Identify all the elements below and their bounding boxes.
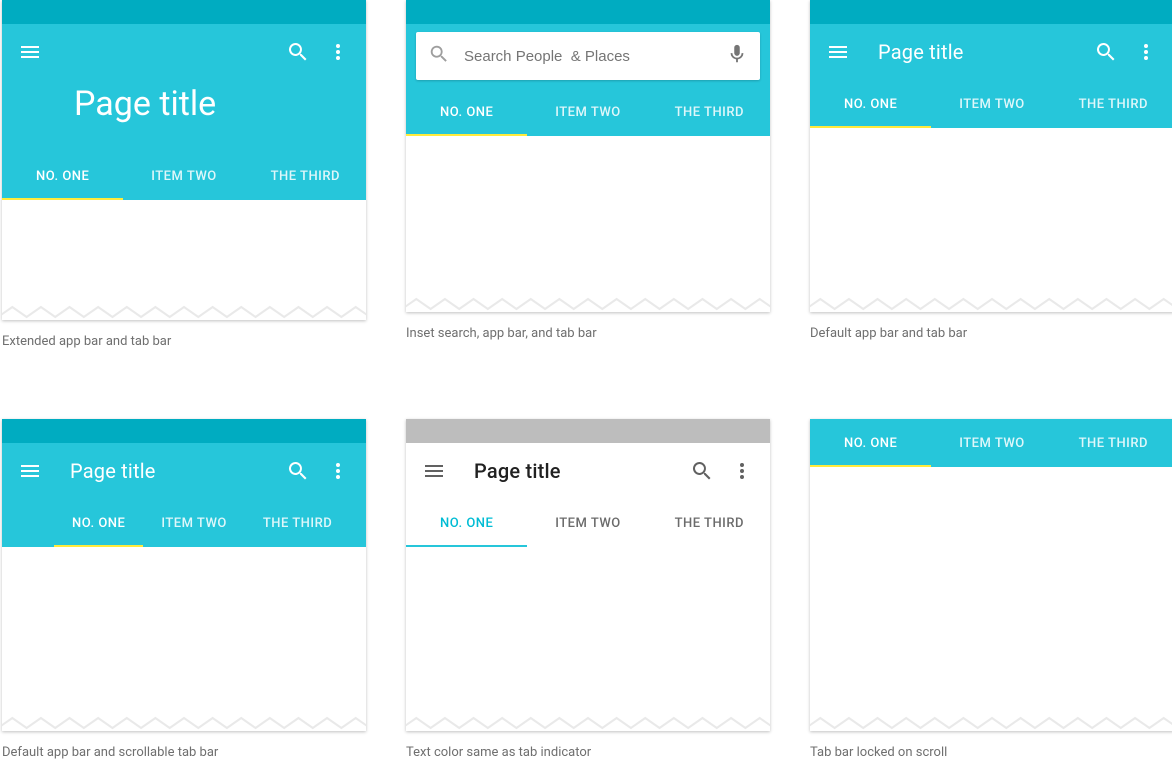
tab-three[interactable]: THE THIRD bbox=[649, 499, 770, 547]
status-bar bbox=[406, 0, 770, 24]
search-input[interactable] bbox=[450, 48, 726, 65]
tab-label: NO. ONE bbox=[844, 97, 897, 112]
status-bar bbox=[406, 419, 770, 443]
tab-two[interactable]: ITEM TWO bbox=[143, 499, 244, 547]
mic-icon[interactable] bbox=[726, 43, 748, 69]
tab-two[interactable]: ITEM TWO bbox=[527, 88, 648, 136]
torn-edge bbox=[2, 714, 366, 731]
menu-icon[interactable] bbox=[818, 32, 858, 72]
status-bar bbox=[810, 0, 1172, 24]
torn-edge bbox=[810, 295, 1172, 312]
page-title: Page title bbox=[70, 459, 278, 483]
tab-one[interactable]: NO. ONE bbox=[2, 152, 123, 200]
panel-caption: Default app bar and tab bar bbox=[810, 326, 1172, 341]
tab-bar: NO. ONE ITEM TWO THE THIRD bbox=[810, 419, 1172, 467]
search-icon[interactable] bbox=[278, 32, 318, 72]
tab-label: THE THIRD bbox=[1079, 97, 1148, 112]
tab-one[interactable]: NO. ONE bbox=[406, 88, 527, 136]
panel-caption: Default app bar and scrollable tab bar bbox=[2, 745, 366, 760]
tab-label: ITEM TWO bbox=[555, 516, 620, 531]
app-bar bbox=[2, 24, 366, 80]
overflow-icon[interactable] bbox=[1126, 32, 1166, 72]
tab-three[interactable]: THE THIRD bbox=[245, 499, 350, 547]
tab-label: THE THIRD bbox=[263, 516, 332, 531]
tab-label: ITEM TWO bbox=[555, 105, 620, 120]
panel-caption: Tab bar locked on scroll bbox=[810, 745, 1172, 760]
search-box[interactable] bbox=[416, 32, 760, 80]
overflow-icon[interactable] bbox=[318, 32, 358, 72]
tab-bar: NO. ONE ITEM TWO THE THIRD bbox=[810, 80, 1172, 128]
app-bar: Page title bbox=[810, 24, 1172, 80]
page-title: Page title bbox=[474, 459, 682, 483]
app-bar: Page title bbox=[406, 443, 770, 499]
tab-label: ITEM TWO bbox=[151, 169, 216, 184]
panel-inset-search: NO. ONE ITEM TWO THE THIRD bbox=[406, 0, 770, 312]
content-area bbox=[810, 128, 1172, 312]
overflow-icon[interactable] bbox=[722, 451, 762, 491]
panel-extended-appbar: Page title NO. ONE ITEM TWO THE THIRD bbox=[2, 0, 366, 320]
tab-three[interactable]: THE THIRD bbox=[649, 88, 770, 136]
app-bar: Page title bbox=[2, 443, 366, 499]
tab-label: THE THIRD bbox=[675, 105, 744, 120]
search-icon[interactable] bbox=[682, 451, 722, 491]
tab-label: NO. ONE bbox=[440, 516, 493, 531]
tab-bar: NO. ONE ITEM TWO THE THIRD bbox=[2, 152, 366, 200]
tab-label: THE THIRD bbox=[675, 516, 744, 531]
menu-icon[interactable] bbox=[414, 451, 454, 491]
tab-two[interactable]: ITEM TWO bbox=[931, 419, 1052, 467]
content-area bbox=[406, 136, 770, 312]
overflow-icon[interactable] bbox=[318, 451, 358, 491]
tab-one[interactable]: NO. ONE bbox=[810, 419, 931, 467]
tab-bar-scrollable[interactable]: NO. ONE ITEM TWO THE THIRD bbox=[2, 499, 366, 547]
tab-three[interactable]: THE THIRD bbox=[245, 152, 366, 200]
content-area bbox=[810, 467, 1172, 731]
panel-scrollable-tabs: Page title NO. ONE ITEM TWO THE THIRD bbox=[2, 419, 366, 731]
tab-one[interactable]: NO. ONE bbox=[54, 499, 143, 547]
search-icon[interactable] bbox=[278, 451, 318, 491]
torn-edge bbox=[406, 295, 770, 312]
menu-icon[interactable] bbox=[10, 32, 50, 72]
tab-label: NO. ONE bbox=[36, 169, 89, 184]
tab-label: ITEM TWO bbox=[959, 436, 1024, 451]
tab-two[interactable]: ITEM TWO bbox=[527, 499, 648, 547]
page-title: Page title bbox=[878, 40, 1086, 64]
tab-two[interactable]: ITEM TWO bbox=[931, 80, 1052, 128]
tab-three[interactable]: THE THIRD bbox=[1053, 80, 1172, 128]
tab-bar: NO. ONE ITEM TWO THE THIRD bbox=[406, 499, 770, 547]
torn-edge bbox=[810, 714, 1172, 731]
tab-label: ITEM TWO bbox=[959, 97, 1024, 112]
panel-caption: Inset search, app bar, and tab bar bbox=[406, 326, 770, 341]
tab-label: THE THIRD bbox=[1079, 436, 1148, 451]
torn-edge bbox=[2, 303, 366, 320]
panel-default-appbar: Page title NO. ONE ITEM TWO THE THIRD bbox=[810, 0, 1172, 312]
content-area bbox=[406, 547, 770, 731]
status-bar bbox=[2, 0, 366, 24]
tab-label: NO. ONE bbox=[844, 436, 897, 451]
tab-bar: NO. ONE ITEM TWO THE THIRD bbox=[406, 88, 770, 136]
panel-caption: Extended app bar and tab bar bbox=[2, 334, 366, 349]
tab-label: NO. ONE bbox=[440, 105, 493, 120]
page-title: Page title bbox=[74, 84, 216, 124]
tab-two[interactable]: ITEM TWO bbox=[123, 152, 244, 200]
tab-one[interactable]: NO. ONE bbox=[406, 499, 527, 547]
content-area bbox=[2, 200, 366, 320]
panel-locked-tabbar: NO. ONE ITEM TWO THE THIRD bbox=[810, 419, 1172, 731]
search-app-bar bbox=[406, 24, 770, 88]
search-icon bbox=[428, 43, 450, 69]
tab-label: NO. ONE bbox=[72, 516, 125, 531]
content-area bbox=[2, 547, 366, 731]
tab-three[interactable]: THE THIRD bbox=[1053, 419, 1172, 467]
status-bar bbox=[2, 419, 366, 443]
tab-label: THE THIRD bbox=[271, 169, 340, 184]
panel-white-appbar: Page title NO. ONE ITEM TWO THE THIRD bbox=[406, 419, 770, 731]
torn-edge bbox=[406, 714, 770, 731]
tab-one[interactable]: NO. ONE bbox=[810, 80, 931, 128]
extended-title-area: Page title bbox=[2, 80, 366, 152]
search-icon[interactable] bbox=[1086, 32, 1126, 72]
tab-label: ITEM TWO bbox=[161, 516, 226, 531]
menu-icon[interactable] bbox=[10, 451, 50, 491]
panel-caption: Text color same as tab indicator bbox=[406, 745, 770, 760]
